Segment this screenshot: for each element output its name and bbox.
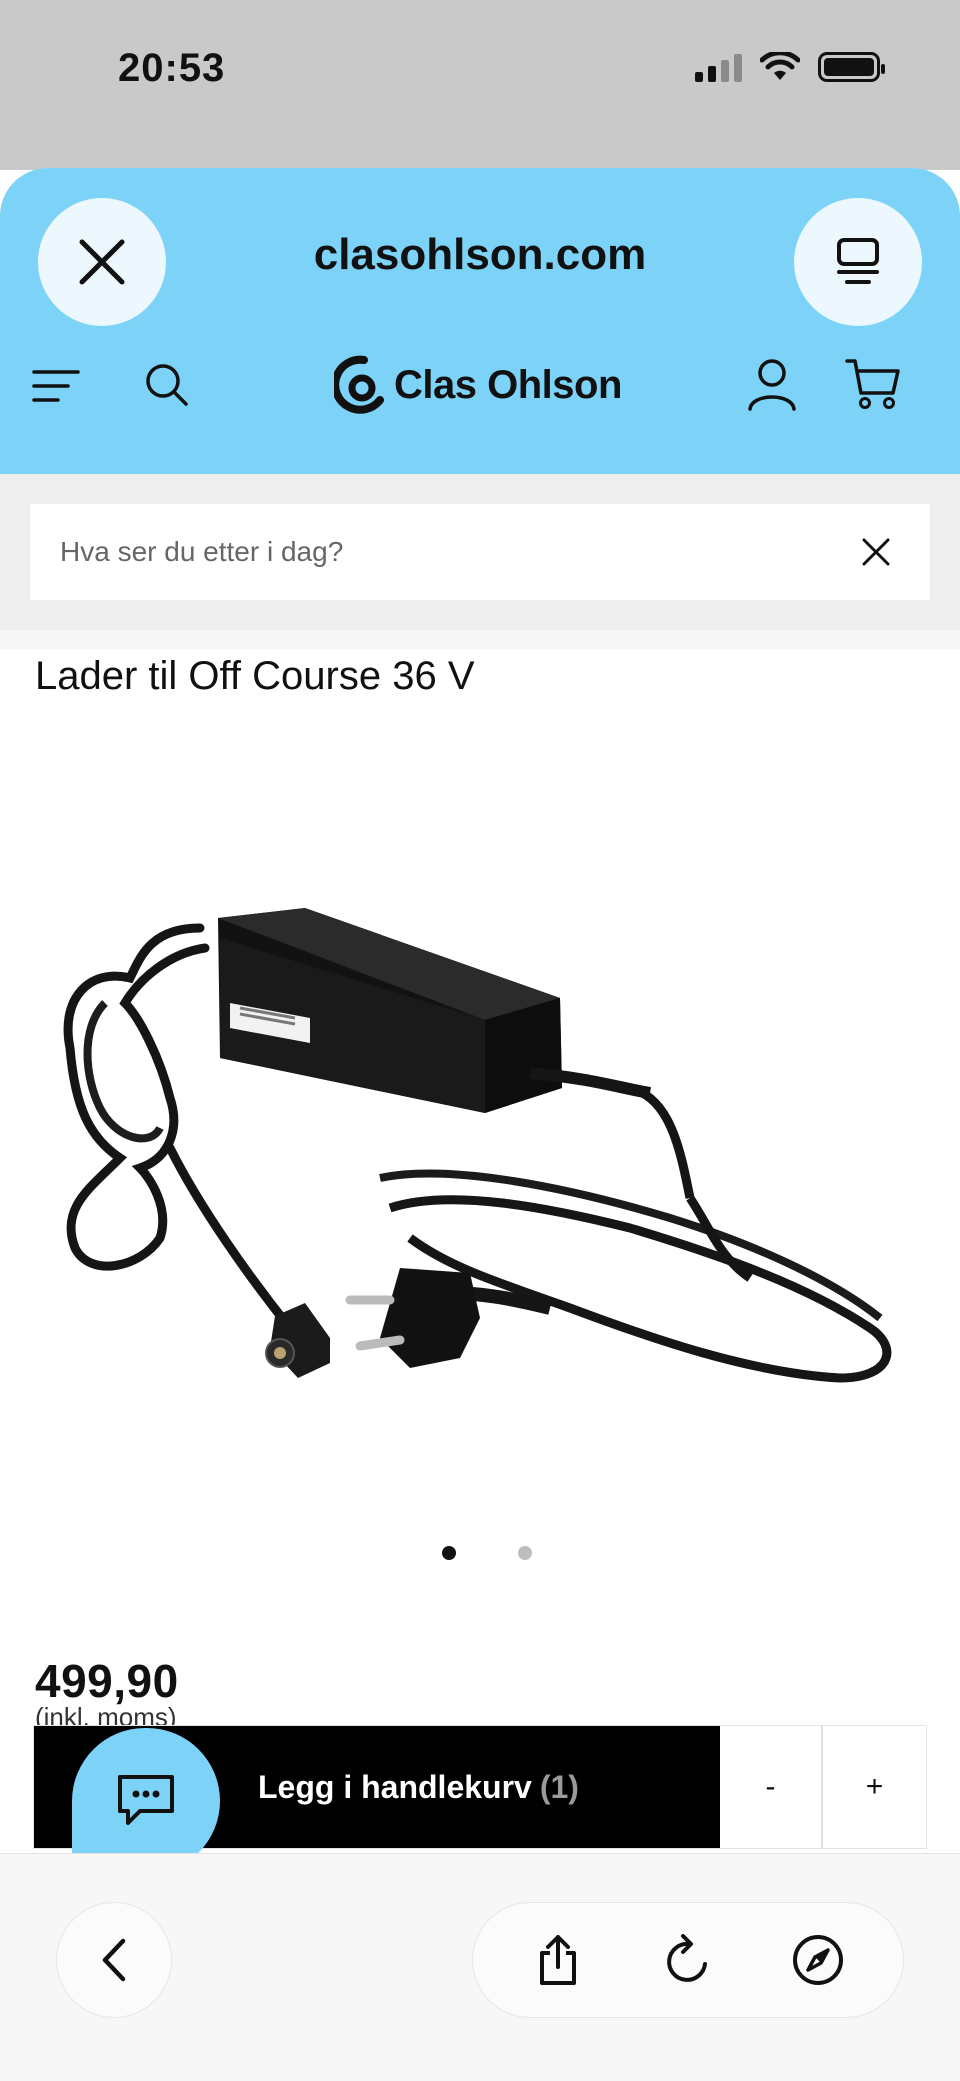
cart-count: (1) bbox=[539, 1768, 579, 1805]
product-image[interactable] bbox=[30, 908, 910, 1608]
image-pagination bbox=[0, 1546, 960, 1560]
add-to-cart-label: Legg i handlekurv bbox=[258, 1768, 532, 1805]
share-button[interactable] bbox=[518, 1920, 598, 2000]
browser-toolbar bbox=[0, 1853, 960, 2081]
pagination-dot-1[interactable] bbox=[442, 1546, 456, 1560]
charger-image bbox=[63, 908, 892, 1383]
clas-ohlson-logo-icon bbox=[334, 355, 384, 414]
menu-icon bbox=[32, 370, 80, 402]
logo-text: Clas Ohlson bbox=[394, 362, 622, 407]
cart-icon bbox=[845, 359, 900, 409]
back-icon bbox=[102, 1938, 126, 1982]
product-title: Lader til Off Course 36 V bbox=[35, 654, 475, 698]
search-bar bbox=[0, 474, 960, 630]
search-clear-button[interactable] bbox=[852, 528, 900, 576]
account-icon bbox=[748, 359, 796, 411]
product-price: 499,90 bbox=[35, 1655, 179, 1707]
divider bbox=[0, 630, 960, 650]
reload-button[interactable] bbox=[648, 1920, 728, 2000]
site-logo[interactable]: Clas Ohlson bbox=[334, 350, 622, 420]
cellular-signal-icon bbox=[695, 52, 742, 82]
status-icons bbox=[695, 52, 885, 82]
quantity-increase-button[interactable]: + bbox=[823, 1726, 926, 1848]
status-bar: 20:53 bbox=[0, 0, 960, 170]
share-icon bbox=[540, 1935, 576, 1985]
search-box bbox=[30, 504, 930, 600]
site-search-button[interactable] bbox=[140, 358, 192, 410]
tabs-icon bbox=[837, 238, 879, 284]
cart-button[interactable] bbox=[844, 356, 902, 412]
tabs-button[interactable] bbox=[794, 198, 922, 326]
browser-sheet: clasohlson.com Clas Ohlson Hva ser du et… bbox=[0, 168, 960, 2081]
browser-actions bbox=[472, 1902, 904, 2018]
chat-icon bbox=[118, 1775, 174, 1825]
quantity-decrease-button[interactable]: - bbox=[720, 1726, 823, 1848]
reload-icon bbox=[667, 1934, 707, 1982]
account-button[interactable] bbox=[746, 356, 798, 412]
search-icon bbox=[146, 364, 188, 406]
status-time: 20:53 bbox=[118, 46, 226, 90]
browser-header: clasohlson.com Clas Ohlson bbox=[0, 168, 960, 474]
close-icon bbox=[862, 538, 890, 566]
back-button[interactable] bbox=[56, 1902, 172, 2018]
battery-icon bbox=[818, 52, 885, 82]
pagination-dot-2[interactable] bbox=[518, 1546, 532, 1560]
compass-button[interactable] bbox=[778, 1920, 858, 2000]
compass-icon bbox=[793, 1935, 843, 1985]
wifi-icon bbox=[760, 52, 800, 82]
menu-button[interactable] bbox=[30, 360, 82, 412]
search-input[interactable] bbox=[60, 536, 852, 568]
